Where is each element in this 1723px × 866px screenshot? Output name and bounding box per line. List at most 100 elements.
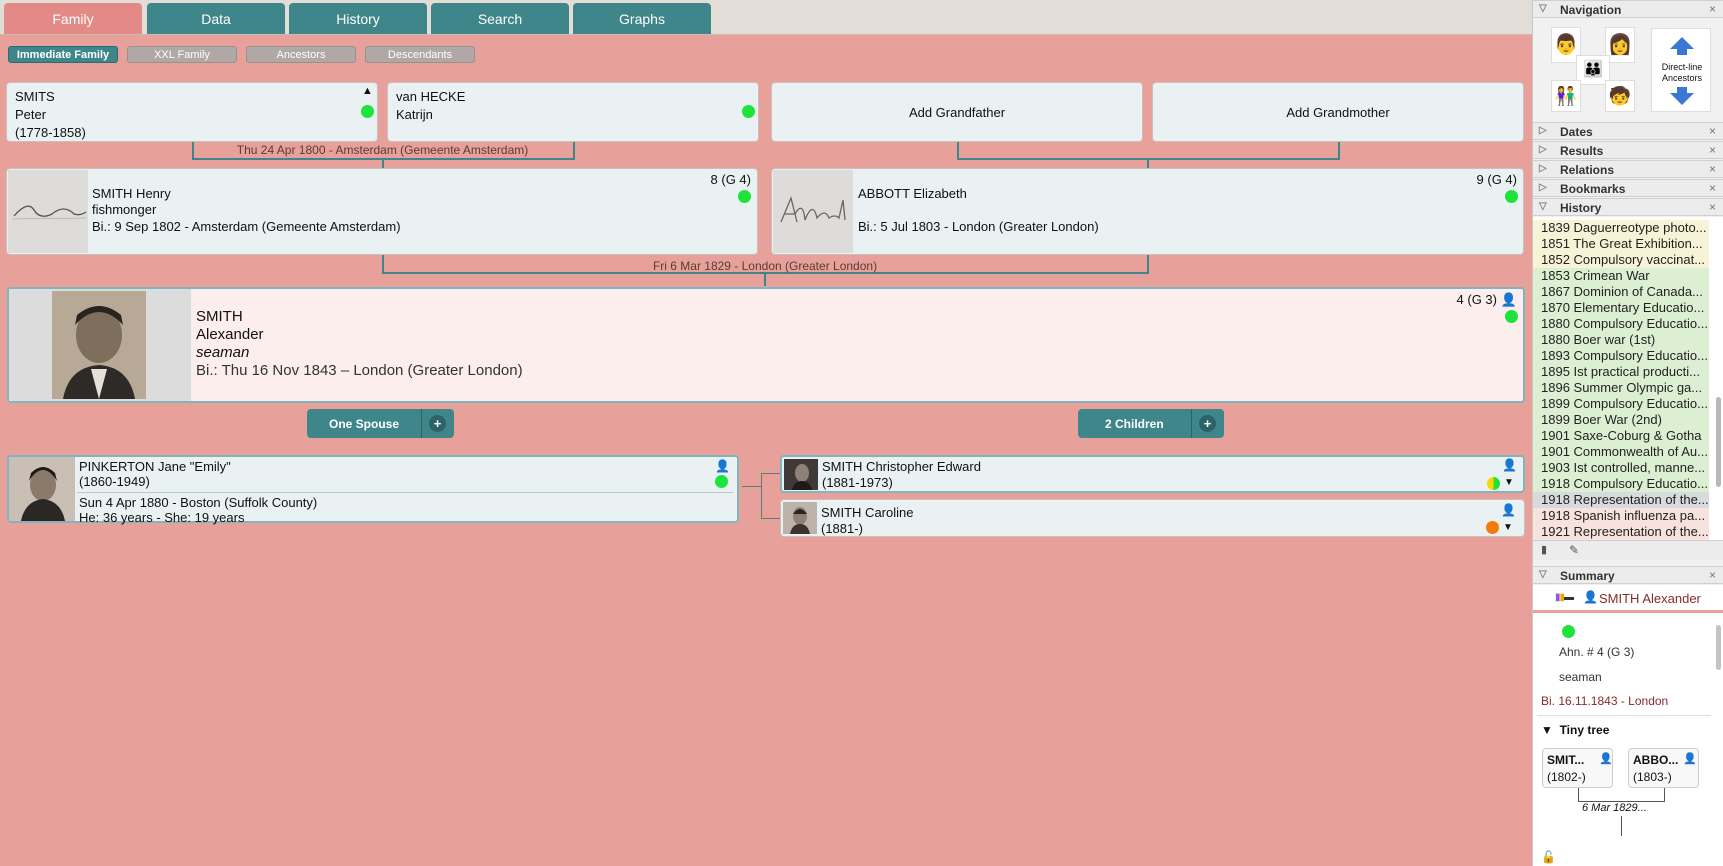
connector (382, 158, 384, 168)
list-item[interactable]: 1880 Boer war (1st) (1533, 332, 1709, 348)
spouse-button[interactable]: One Spouse + (307, 409, 454, 438)
chevron-right-icon[interactable]: ▷ (1539, 144, 1547, 155)
close-icon[interactable]: × (1709, 568, 1716, 582)
grandfather-card[interactable]: SMITS Peter (1778-1858) ▲ (6, 82, 378, 142)
parents-marriage: Fri 6 Mar 1829 - London (Greater London) (652, 259, 878, 273)
list-item[interactable]: 1867 Dominion of Canada... (1533, 284, 1709, 300)
separator (1191, 409, 1192, 438)
list-item[interactable]: 1901 Saxe-Coburg & Gotha (1533, 428, 1709, 444)
add-child-icon[interactable]: + (1199, 415, 1216, 432)
add-spouse-icon[interactable]: + (429, 415, 446, 432)
tiny-tree-header[interactable]: ▼ Tiny tree (1541, 723, 1609, 737)
results-header[interactable]: ▷ Results × (1533, 141, 1723, 159)
child-nav-icon[interactable]: 🧒 (1605, 80, 1635, 112)
chevron-down-icon[interactable]: ▼ (1503, 522, 1513, 533)
add-grandmother-button[interactable]: Add Grandmother (1152, 82, 1524, 142)
close-icon[interactable]: × (1709, 181, 1716, 195)
connector (192, 141, 194, 159)
relations-label: Relations (1560, 163, 1615, 177)
child-card-1[interactable]: SMITH Christopher Edward (1881-1973) 👤 ▼ (780, 455, 1525, 493)
female-icon: 👤 (715, 459, 730, 473)
dates-header[interactable]: ▷ Dates × (1533, 122, 1723, 140)
add-grandfather-button[interactable]: Add Grandfather (771, 82, 1143, 142)
summary-header[interactable]: ▽ Summary × (1533, 566, 1723, 584)
list-item[interactable]: 1839 Daguerreotype photo... (1533, 220, 1709, 236)
spouse-nav-icon[interactable]: 👫 (1551, 80, 1581, 112)
list-item[interactable]: 1851 The Great Exhibition... (1533, 236, 1709, 252)
child-years: (1881-) (821, 521, 863, 536)
chevron-down-icon[interactable]: ▼ (1504, 477, 1514, 488)
list-item[interactable]: 1901 Commonwealth of Au... (1533, 444, 1709, 460)
status-dot (1505, 310, 1518, 323)
child-name: SMITH Caroline (821, 505, 914, 520)
close-icon[interactable]: × (1709, 162, 1716, 176)
subtab-immediate-family[interactable]: Immediate Family (8, 46, 118, 63)
chevron-right-icon[interactable]: ▷ (1539, 163, 1547, 174)
focus-person-card[interactable]: SMITH Alexander seaman Bi.: Thu 16 Nov 1… (7, 287, 1525, 403)
subtab-ancestors[interactable]: Ancestors (246, 46, 356, 63)
list-item[interactable]: 1852 Compulsory vaccinat... (1533, 252, 1709, 268)
subtab-xxl-family[interactable]: XXL Family (127, 46, 237, 63)
tab-graphs[interactable]: Graphs (573, 3, 711, 34)
surname: van HECKE (396, 89, 466, 104)
connector (1147, 254, 1149, 274)
list-item[interactable]: 1903 Ist controlled, manne... (1533, 460, 1709, 476)
close-icon[interactable]: × (1709, 124, 1716, 138)
list-item[interactable]: 1899 Compulsory Educatio... (1533, 396, 1709, 412)
close-icon[interactable]: × (1709, 200, 1716, 214)
spouse-years: (1860-1949) (79, 474, 150, 489)
list-item[interactable]: 1921 Representation of the... (1533, 524, 1709, 540)
list-item[interactable]: 1853 Crimean War (1533, 268, 1709, 284)
list-item[interactable]: 1880 Compulsory Educatio... (1533, 316, 1709, 332)
grandmother-card[interactable]: van HECKE Katrijn (387, 82, 759, 142)
spouse-card[interactable]: PINKERTON Jane "Emily" (1860-1949) Sun 4… (7, 455, 739, 525)
mother-birth: Bi.: 5 Jul 1803 - London (Greater London… (858, 219, 1099, 234)
list-item[interactable]: 1918 Compulsory Educatio... (1533, 476, 1709, 492)
close-icon[interactable]: × (1709, 2, 1716, 16)
close-icon[interactable]: × (1709, 143, 1716, 157)
tab-history[interactable]: History (289, 3, 427, 34)
children-button[interactable]: 2 Children + (1078, 409, 1224, 438)
mother-card[interactable]: ABBOTT Elizabeth Bi.: 5 Jul 1803 - Londo… (771, 168, 1524, 255)
list-item[interactable]: 1895 Ist practical producti... (1533, 364, 1709, 380)
chevron-down-icon[interactable]: ▽ (1539, 3, 1547, 14)
male-icon: 👤 (1500, 292, 1517, 307)
list-item[interactable]: 1918 Representation of the... (1533, 492, 1709, 508)
subtab-descendants[interactable]: Descendants (365, 46, 475, 63)
connector (1338, 141, 1340, 159)
tab-search[interactable]: Search (431, 3, 569, 34)
tiny-tree-mother[interactable]: ABBO... (1803-) 👤 (1628, 748, 1699, 788)
lock-icon[interactable]: 🔓 (1541, 850, 1556, 864)
tab-family[interactable]: Family (4, 3, 142, 34)
father-card[interactable]: SMITH Henry fishmonger Bi.: 9 Sep 1802 -… (6, 168, 758, 255)
direct-line-ancestors-button[interactable]: Direct-line Ancestors (1651, 28, 1711, 112)
navigation-header[interactable]: ▽ Navigation × (1533, 0, 1723, 18)
father-occupation: fishmonger (92, 202, 157, 217)
bookmarks-header[interactable]: ▷ Bookmarks × (1533, 179, 1723, 197)
scroll-up-icon[interactable]: ▲ (362, 85, 373, 97)
relations-header[interactable]: ▷ Relations × (1533, 160, 1723, 178)
chevron-right-icon[interactable]: ▷ (1539, 182, 1547, 193)
summary-birth: Bi. 16.11.1843 - London (1541, 694, 1669, 708)
female-icon: 👤 (1683, 753, 1697, 765)
list-item[interactable]: 1870 Elementary Educatio... (1533, 300, 1709, 316)
chevron-right-icon[interactable]: ▷ (1539, 125, 1547, 136)
list-item[interactable]: 1918 Spanish influenza pa... (1533, 508, 1709, 524)
signature-image (773, 170, 853, 253)
list-item[interactable]: 1899 Boer War (2nd) (1533, 412, 1709, 428)
tiny-tree-marriage: 6 Mar 1829... (1582, 802, 1647, 814)
list-item[interactable]: 1893 Compulsory Educatio... (1533, 348, 1709, 364)
history-header[interactable]: ▽ History × (1533, 198, 1723, 216)
tab-data[interactable]: Data (147, 3, 285, 34)
pencil-icon[interactable]: ✎ (1569, 543, 1579, 557)
connector (761, 473, 762, 518)
tiny-tree-father[interactable]: SMIT... (1802-) 👤 (1542, 748, 1613, 788)
child-card-2[interactable]: SMITH Caroline (1881-) 👤 ▼ (780, 499, 1525, 537)
chevron-down-icon[interactable]: ▽ (1539, 569, 1547, 580)
scrollbar-thumb[interactable] (1716, 625, 1721, 670)
chevron-down-icon: ▼ (1541, 723, 1553, 737)
scrollbar-thumb[interactable] (1716, 397, 1721, 487)
list-item[interactable]: 1896 Summer Olympic ga... (1533, 380, 1709, 396)
chevron-down-icon[interactable]: ▽ (1539, 201, 1547, 212)
book-icon[interactable]: ▮ (1541, 543, 1547, 556)
